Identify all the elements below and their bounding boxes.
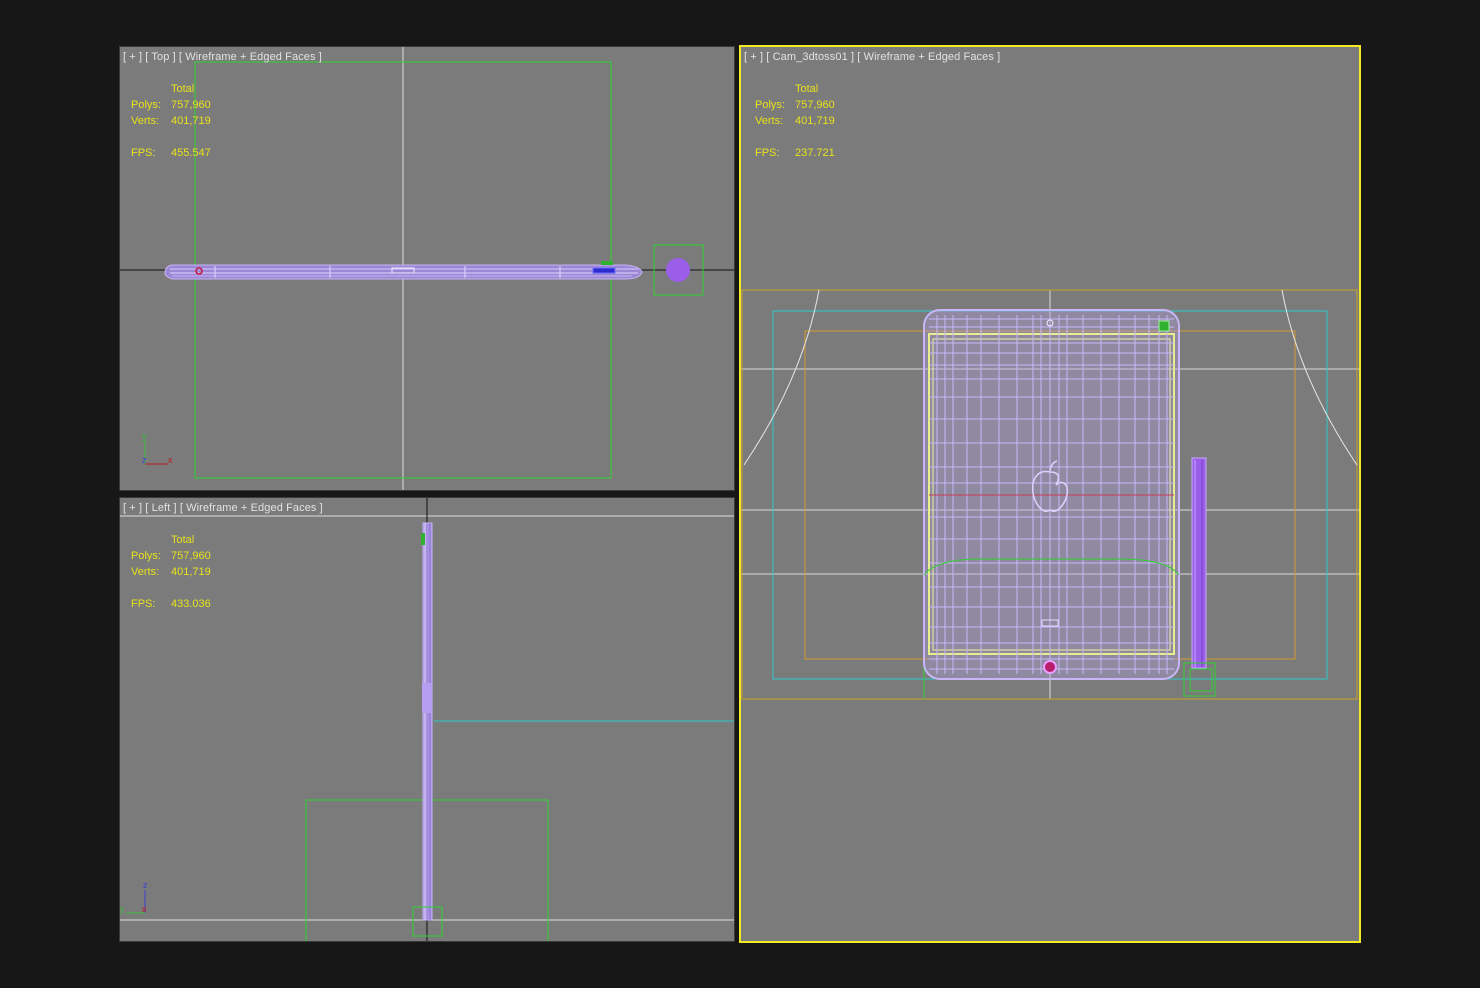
fps-label: FPS: bbox=[131, 598, 156, 610]
fps-value: 455.547 bbox=[171, 147, 211, 159]
viewport-camera[interactable]: [ + ] [ Cam_3dtoss01 ] [ Wireframe + Edg… bbox=[739, 45, 1361, 943]
verts-value: 401,719 bbox=[171, 566, 211, 578]
stats-panel-left: Total Polys: 757,960 Verts: 401,719 FPS: 43… bbox=[131, 532, 241, 612]
axis-label-x: x bbox=[142, 904, 147, 914]
verts-value: 401,719 bbox=[795, 115, 835, 127]
polys-value: 757,960 bbox=[795, 99, 835, 111]
polys-value: 757,960 bbox=[171, 550, 211, 562]
stats-header: Total bbox=[171, 534, 195, 546]
stats-header: Total bbox=[795, 83, 819, 95]
stats-panel-top: Total Polys: 757,960 Verts: 401,719 FPS: 45… bbox=[131, 81, 241, 161]
polys-label: Polys: bbox=[755, 99, 785, 111]
light-cone-right bbox=[1281, 289, 1358, 466]
fps-value: 237.721 bbox=[795, 147, 835, 159]
axis-tripod-top bbox=[144, 440, 168, 465]
axis-label-x: x bbox=[168, 455, 173, 465]
polys-value: 757,960 bbox=[171, 99, 211, 111]
axis-label-z: z bbox=[142, 455, 147, 465]
fps-label: FPS: bbox=[755, 147, 780, 159]
fps-value: 433.036 bbox=[171, 598, 211, 610]
viewport-label-top[interactable]: [ + ] [ Top ] [ Wireframe + Edged Faces … bbox=[123, 51, 322, 63]
viewport-label-left[interactable]: [ + ] [ Left ] [ Wireframe + Edged Faces… bbox=[123, 502, 323, 514]
axis-label-y: y bbox=[120, 904, 125, 914]
viewport-top[interactable]: y z x [ + ] [ Top ] [ Wireframe + Edged … bbox=[119, 46, 735, 491]
stats-header: Total bbox=[171, 83, 195, 95]
pencil-mesh-camera[interactable] bbox=[1191, 457, 1207, 669]
tablet-mesh-camera[interactable] bbox=[923, 309, 1180, 680]
polys-label: Polys: bbox=[131, 99, 161, 111]
verts-label: Verts: bbox=[131, 115, 160, 127]
verts-value: 401,719 bbox=[171, 115, 211, 127]
camera-view-geometry bbox=[741, 289, 1359, 700]
tablet-mesh-side[interactable] bbox=[421, 522, 433, 921]
axis-label-y: y bbox=[142, 431, 147, 441]
stats-panel-camera: Total Polys: 757,960 Verts: 401,719 FPS: 23… bbox=[755, 81, 865, 161]
pencil-mesh-top[interactable] bbox=[666, 258, 690, 282]
polys-label: Polys: bbox=[131, 550, 161, 562]
verts-label: Verts: bbox=[755, 115, 784, 127]
viewport-left[interactable]: z y x [ + ] [ Left ] [ Wireframe + Edged… bbox=[119, 497, 735, 942]
fps-label: FPS: bbox=[131, 147, 156, 159]
light-cone-left bbox=[743, 289, 820, 466]
axis-label-z: z bbox=[143, 880, 148, 890]
viewport-label-camera[interactable]: [ + ] [ Cam_3dtoss01 ] [ Wireframe + Edg… bbox=[744, 51, 1000, 63]
home-button-icon bbox=[1043, 660, 1057, 674]
verts-label: Verts: bbox=[131, 566, 160, 578]
